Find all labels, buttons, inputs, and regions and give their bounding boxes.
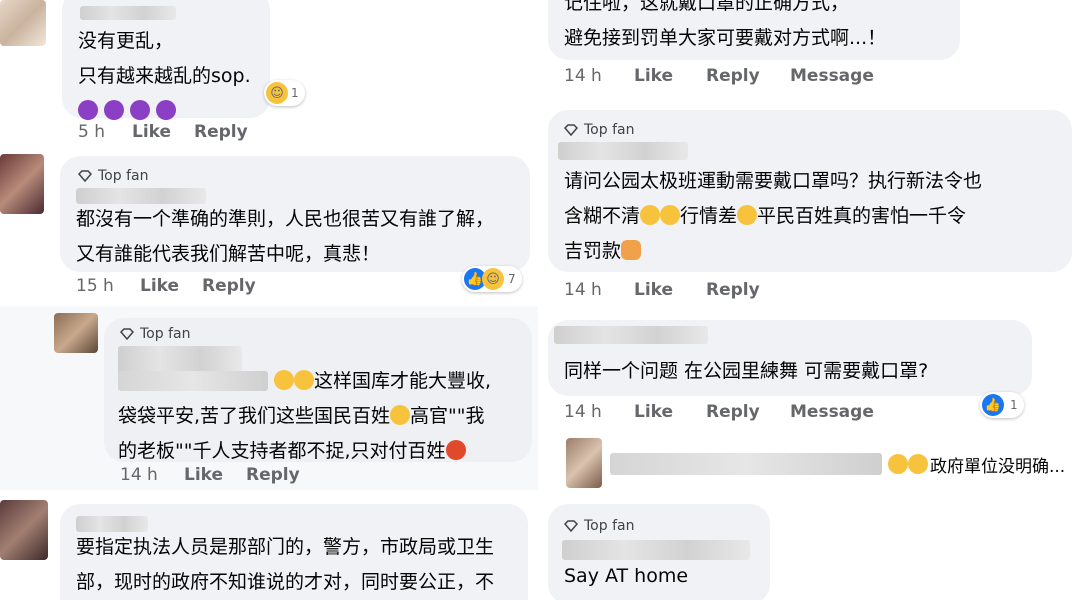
top-fan-badge: Top fan [564, 122, 634, 138]
timestamp[interactable]: 5 h [78, 122, 132, 142]
devil-emoji-icon [78, 100, 98, 120]
comment-text: 要指定执法人员是那部门的，警方，市政局或卫生 部，现时的政府不知谁说的才对，同时… [76, 536, 495, 593]
eye-roll-emoji-icon [390, 405, 411, 425]
like-button[interactable]: Like [140, 276, 202, 296]
diamond-icon [78, 170, 92, 182]
top-fan-badge: Top fan [564, 518, 634, 534]
reply-button[interactable]: Reply [246, 465, 300, 485]
reply-button[interactable]: Reply [706, 66, 790, 86]
angry-emoji-icon [445, 440, 466, 460]
screaming-emoji-icon [640, 205, 661, 225]
devil-emoji-icon [104, 100, 125, 120]
haha-reaction-icon: ☺ [482, 268, 504, 290]
timestamp[interactable]: 14 h [564, 280, 634, 300]
message-button[interactable]: Message [790, 402, 874, 422]
timestamp[interactable]: 14 h [564, 402, 634, 422]
reaction-summary[interactable]: 👍 1 [980, 392, 1024, 418]
reply-button[interactable]: Reply [706, 402, 790, 422]
avatar[interactable] [0, 154, 44, 214]
diamond-icon [564, 520, 578, 532]
haha-reaction-icon: ☺ [266, 82, 288, 104]
top-fan-badge: Top fan [120, 326, 190, 342]
comment-text: 记住啦，这就戴口罩的正确方式， 避免接到罚单大家可要戴对方式啊...！ [564, 0, 887, 49]
reaction-summary[interactable]: 👍 ☺ 7 [462, 266, 522, 292]
devil-emoji-icon [156, 100, 177, 120]
avatar[interactable] [54, 313, 98, 353]
author-name[interactable] [554, 326, 708, 344]
comment-actions: 14 h Like Reply [120, 465, 300, 485]
diamond-icon [564, 124, 578, 136]
reply-button[interactable]: Reply [706, 280, 760, 300]
comment-actions: 15 h Like Reply [76, 276, 256, 296]
comment-text: 这样国库才能大豐收, 袋袋平安,苦了我们这些国民百姓 高官""我 的老板""千人支… [118, 370, 492, 462]
like-reaction-icon: 👍 [982, 394, 1004, 416]
praying-hands-emoji-icon [621, 240, 642, 260]
author-name[interactable] [558, 142, 688, 160]
diamond-icon [120, 328, 134, 340]
eye-roll-emoji-icon [888, 454, 908, 474]
avatar[interactable] [0, 500, 48, 560]
comment-actions: 14 h Like Reply Message [564, 66, 874, 86]
reaction-summary[interactable]: ☺ 1 [264, 80, 305, 106]
reply-preview[interactable]: 政府單位没明确... [610, 452, 1080, 477]
comment-text: 没有更乱， 只有越来越乱的sop. [78, 24, 251, 129]
like-button[interactable]: Like [132, 122, 194, 142]
like-button[interactable]: Like [634, 402, 706, 422]
comment-actions: 14 h Like Reply Message [564, 402, 874, 422]
comment-text: 请问公园太极班運動需要戴口罩吗？执行新法令也 含糊不清 行情差 平民百姓真的害怕一千… [564, 170, 983, 262]
author-name[interactable] [562, 540, 750, 560]
timestamp[interactable]: 15 h [76, 276, 140, 296]
timestamp[interactable]: 14 h [120, 465, 184, 485]
comment-text: 都沒有一个準确的準則，人民也很苦又有誰了解， 又有誰能代表我们解苦中呢，真悲！ [76, 208, 495, 265]
author-name[interactable] [80, 6, 176, 20]
laughing-emoji-icon [660, 205, 681, 225]
message-button[interactable]: Message [790, 66, 874, 86]
reply-button[interactable]: Reply [194, 122, 248, 142]
top-fan-badge: Top fan [78, 168, 148, 184]
avatar[interactable] [566, 438, 602, 488]
like-button[interactable]: Like [184, 465, 246, 485]
eye-roll-emoji-icon [737, 205, 758, 225]
comment-text: 同样一个问题 在公园里練舞 可需要戴口罩? [564, 360, 929, 382]
reply-button[interactable]: Reply [202, 276, 256, 296]
devil-emoji-icon [130, 100, 151, 120]
comment-actions: 5 h Like Reply [78, 122, 248, 142]
laughing-emoji-icon [274, 370, 295, 390]
timestamp[interactable]: 14 h [564, 66, 634, 86]
eye-roll-emoji-icon [908, 454, 928, 474]
like-button[interactable]: Like [634, 66, 706, 86]
laughing-emoji-icon [294, 370, 315, 390]
comment-text: Say AT home [564, 565, 689, 587]
left-comments-column: 没有更乱， 只有越来越乱的sop. ☺ 1 5 h Like Reply Top… [0, 0, 540, 600]
comment-actions: 14 h Like Reply [564, 280, 760, 300]
like-button[interactable]: Like [634, 280, 706, 300]
avatar[interactable] [0, 0, 46, 46]
right-comments-column: 记住啦，这就戴口罩的正确方式， 避免接到罚单大家可要戴对方式啊...！ 14 h… [540, 0, 1080, 600]
blurred-text [118, 371, 268, 391]
blurred-text [610, 453, 882, 475]
